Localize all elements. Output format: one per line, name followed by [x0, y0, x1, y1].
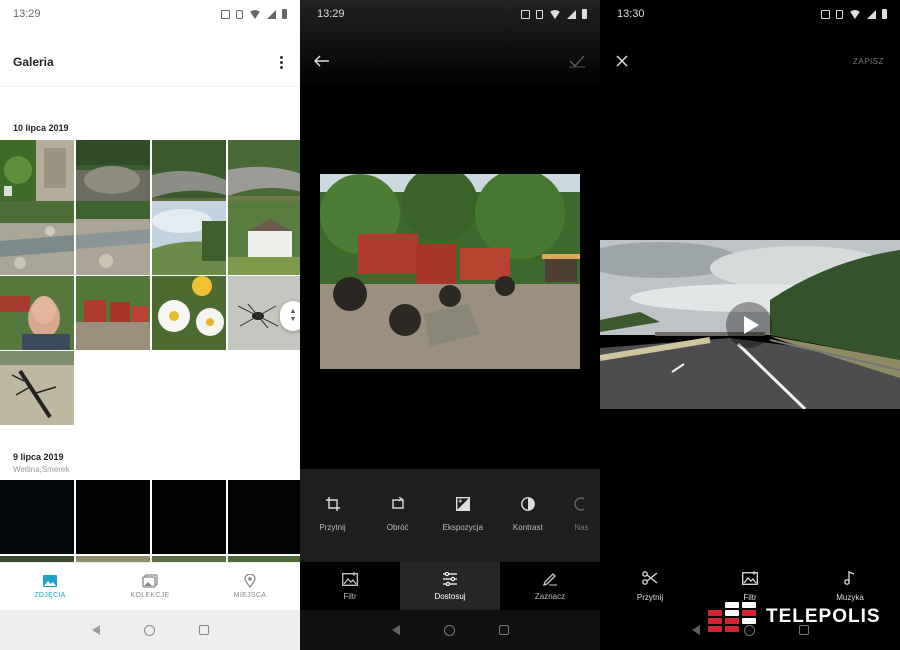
rotate-icon — [391, 497, 404, 509]
home-icon[interactable] — [143, 624, 155, 636]
back-icon[interactable] — [91, 625, 100, 635]
status-bar: 13:29 — [0, 0, 300, 28]
photo-thumbnail[interactable] — [0, 276, 74, 350]
signal-icon — [567, 9, 576, 19]
home-icon[interactable] — [443, 624, 455, 636]
edited-photo[interactable] — [320, 174, 580, 369]
app-bar: Galeria — [0, 40, 300, 84]
nfc-icon — [221, 9, 230, 19]
photo-thumbnail[interactable] — [228, 201, 300, 275]
photo-thumbnail[interactable] — [228, 480, 300, 554]
saturation-icon — [574, 497, 585, 511]
tool-contrast[interactable]: Kontrast — [495, 469, 560, 562]
photo-thumbnail[interactable] — [0, 351, 74, 425]
wifi-icon — [549, 9, 561, 19]
chevron-down-icon: ▼ — [289, 316, 297, 323]
signal-icon — [867, 9, 876, 19]
telepolis-watermark: TELEPOLIS — [708, 602, 881, 632]
contrast-icon — [520, 497, 535, 511]
filter-icon — [742, 570, 758, 585]
photo-thumbnail[interactable] — [152, 201, 226, 275]
video-preview[interactable] — [600, 240, 900, 409]
tool-trim[interactable]: Przytnij — [600, 562, 700, 610]
photos-icon — [43, 575, 57, 587]
video-editor-screen: 13:30 ZAPISZ Przytnij Filtr Muzyka TELEP… — [600, 0, 900, 650]
markup-icon — [542, 572, 557, 586]
status-bar: 13:29 — [300, 0, 600, 28]
status-bar: 13:30 — [600, 0, 900, 28]
collections-icon — [142, 574, 158, 588]
telepolis-logo-mark — [708, 602, 756, 632]
page-title: Galeria — [13, 55, 54, 69]
section-location: Wetlina,Smerek — [13, 465, 70, 474]
filter-icon — [342, 571, 358, 586]
battery-icon — [882, 9, 887, 19]
confirm-check-icon[interactable] — [568, 54, 586, 68]
chevron-up-icon: ▲ — [289, 308, 297, 315]
tool-saturation[interactable]: Nas — [560, 469, 600, 562]
divider — [0, 86, 300, 87]
editor-tabs: Filtr Dostosuj Zaznacz — [300, 562, 600, 610]
photo-thumbnail[interactable] — [76, 276, 150, 350]
crop-icon — [325, 497, 340, 511]
nav-collections[interactable]: KOLEKCJE — [100, 563, 200, 610]
gallery-screen: 13:29 Galeria 10 lipca 2019 ▲ ▼ 9 lipca … — [0, 0, 300, 650]
section-date: 10 lipca 2019 — [13, 123, 69, 133]
wifi-icon — [849, 9, 861, 19]
fast-scroll-handle[interactable]: ▲ ▼ — [280, 301, 300, 331]
vibrate-icon — [836, 9, 843, 19]
play-button[interactable] — [726, 302, 772, 348]
photo-editor-screen: 13:29 Przytnij Obróć Ekspozycja Kontrast… — [300, 0, 600, 650]
bottom-navigation: ZDJĘCIA KOLEKCJE MIEJSCA — [0, 562, 300, 610]
nfc-icon — [521, 9, 530, 19]
nav-places[interactable]: MIEJSCA — [200, 563, 300, 610]
adjust-icon — [443, 571, 457, 586]
battery-icon — [282, 9, 287, 19]
status-time: 13:30 — [617, 8, 645, 20]
photo-thumbnail[interactable] — [0, 201, 74, 275]
signal-icon — [267, 9, 276, 19]
tab-adjust[interactable]: Dostosuj — [400, 562, 500, 610]
back-icon[interactable] — [691, 625, 700, 635]
places-icon — [244, 574, 256, 588]
nav-photos[interactable]: ZDJĘCIA — [0, 563, 100, 610]
recents-icon[interactable] — [198, 625, 209, 635]
scissors-icon — [642, 570, 658, 585]
back-icon[interactable] — [391, 625, 400, 635]
exposure-icon — [455, 497, 470, 511]
photo-thumbnail[interactable] — [0, 480, 74, 554]
status-time: 13:29 — [13, 8, 41, 20]
tool-crop[interactable]: Przytnij — [300, 469, 365, 562]
play-icon — [743, 316, 759, 334]
back-arrow-icon[interactable] — [314, 55, 330, 67]
tool-exposure[interactable]: Ekspozycja — [430, 469, 495, 562]
vibrate-icon — [236, 9, 243, 19]
photo-thumbnail[interactable] — [152, 276, 226, 350]
adjust-tools-bar: Przytnij Obróć Ekspozycja Kontrast Nas — [300, 469, 600, 562]
more-options-icon[interactable] — [276, 52, 287, 73]
music-icon — [844, 570, 855, 585]
vibrate-icon — [536, 9, 543, 19]
video-top-bar: ZAPISZ — [600, 48, 900, 74]
save-button[interactable]: ZAPISZ — [853, 57, 884, 66]
telepolis-logo-text: TELEPOLIS — [766, 606, 881, 627]
photo-thumbnail[interactable] — [76, 480, 150, 554]
editor-top-bar — [300, 48, 600, 74]
section-date: 9 lipca 2019 — [13, 452, 64, 462]
system-navigation-bar — [0, 610, 300, 650]
battery-icon — [582, 9, 587, 19]
tab-filter[interactable]: Filtr — [300, 562, 400, 610]
photo-thumbnail[interactable] — [76, 201, 150, 275]
wifi-icon — [249, 9, 261, 19]
status-time: 13:29 — [317, 8, 345, 20]
system-navigation-bar — [300, 610, 600, 650]
recents-icon[interactable] — [498, 625, 509, 635]
tool-rotate[interactable]: Obróć — [365, 469, 430, 562]
tab-markup[interactable]: Zaznacz — [500, 562, 600, 610]
photo-thumbnail[interactable] — [152, 480, 226, 554]
close-icon[interactable] — [616, 55, 628, 67]
nfc-icon — [821, 9, 830, 19]
